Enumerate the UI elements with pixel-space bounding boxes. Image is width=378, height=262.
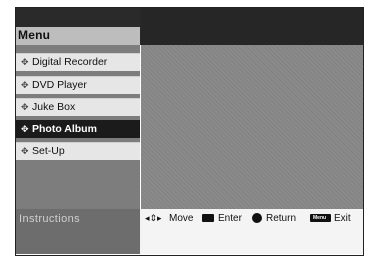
window-border bbox=[15, 7, 364, 256]
